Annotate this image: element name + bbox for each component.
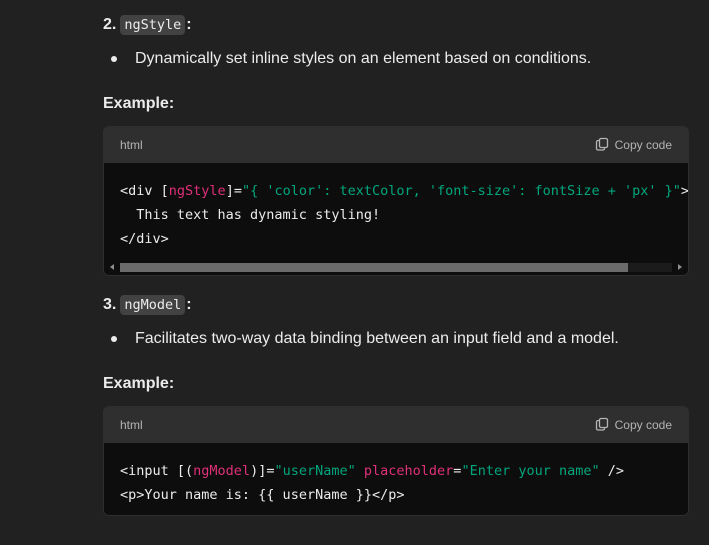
- code-token: "userName": [274, 463, 356, 479]
- copy-code-label: Copy code: [614, 418, 672, 432]
- code-token: placeholder: [363, 463, 454, 479]
- scroll-thumb[interactable]: [120, 263, 628, 272]
- code-body[interactable]: <input [(ngModel)]="userName" placeholde…: [104, 443, 688, 515]
- code-line: This text has dynamic styling!: [120, 203, 672, 227]
- code-token: ngStyle: [168, 183, 226, 199]
- item-colon: :: [186, 296, 192, 313]
- item-heading-ngstyle: 2. ngStyle :: [103, 10, 687, 40]
- code-token: "Enter your name": [461, 463, 600, 479]
- example-label: Example:: [103, 95, 175, 112]
- code-token: </div>: [120, 231, 169, 247]
- bullet-text: Facilitates two-way data binding between…: [135, 330, 619, 347]
- example-label: Example:: [103, 375, 175, 392]
- chat-page: 2. ngStyle : Dynamically set inline styl…: [0, 0, 709, 545]
- copy-code-label: Copy code: [614, 138, 672, 152]
- bullet-text: Dynamically set inline styles on an elem…: [135, 50, 592, 67]
- bullet-icon: [111, 336, 117, 342]
- item-number: 3.: [103, 296, 117, 313]
- scroll-left-icon[interactable]: [110, 264, 114, 270]
- item-number: 2.: [103, 16, 117, 33]
- message-content: 2. ngStyle : Dynamically set inline styl…: [103, 0, 689, 516]
- code-block: html Copy code <input [(ngModel)]="userN…: [103, 406, 689, 516]
- code-token: )]=: [250, 463, 275, 479]
- code-header: html Copy code: [104, 407, 688, 443]
- code-token: "{ 'color': textColor, 'font-size': font…: [241, 183, 681, 199]
- code-token: </p>: [371, 487, 405, 503]
- scroll-track[interactable]: [120, 263, 672, 272]
- code-token: />: [599, 463, 624, 479]
- code-line: <div [ngStyle]="{ 'color': textColor, 'f…: [120, 179, 688, 203]
- code-token: <p>: [120, 487, 145, 503]
- code-token: <div: [120, 183, 161, 199]
- code-token: Your name is: {{ userName }}: [144, 487, 372, 503]
- code-token: ngModel: [193, 463, 251, 479]
- inline-code-term: ngStyle: [120, 15, 186, 35]
- inline-code-term: ngModel: [120, 295, 186, 315]
- copy-code-button[interactable]: Copy code: [595, 417, 672, 434]
- code-token: <input: [120, 463, 177, 479]
- item-colon: :: [186, 16, 192, 33]
- code-token: ]=: [225, 183, 242, 199]
- code-line: <input [(ngModel)]="userName" placeholde…: [120, 459, 672, 483]
- code-body[interactable]: <div [ngStyle]="{ 'color': textColor, 'f…: [104, 163, 688, 259]
- code-block: html Copy code <div [ngStyle]="{ 'color'…: [103, 126, 689, 276]
- scroll-right-icon[interactable]: [678, 264, 682, 270]
- code-token: [: [160, 183, 169, 199]
- copy-icon: [595, 417, 609, 434]
- code-token: This text has dynamic styling!: [120, 207, 381, 223]
- code-token: [(: [176, 463, 194, 479]
- copy-code-button[interactable]: Copy code: [595, 137, 672, 154]
- copy-icon: [595, 137, 609, 154]
- list-item: Facilitates two-way data binding between…: [103, 324, 687, 354]
- code-line: <p>Your name is: {{ userName }}</p>: [120, 483, 672, 507]
- horizontal-scrollbar[interactable]: [104, 259, 688, 275]
- item-heading-ngmodel: 3. ngModel :: [103, 290, 687, 320]
- code-header: html Copy code: [104, 127, 688, 163]
- code-language-label: html: [120, 138, 143, 152]
- list-item: Dynamically set inline styles on an elem…: [103, 44, 687, 74]
- code-line: </div>: [120, 227, 672, 251]
- code-language-label: html: [120, 418, 143, 432]
- bullet-icon: [111, 56, 117, 62]
- code-token: >: [681, 183, 688, 199]
